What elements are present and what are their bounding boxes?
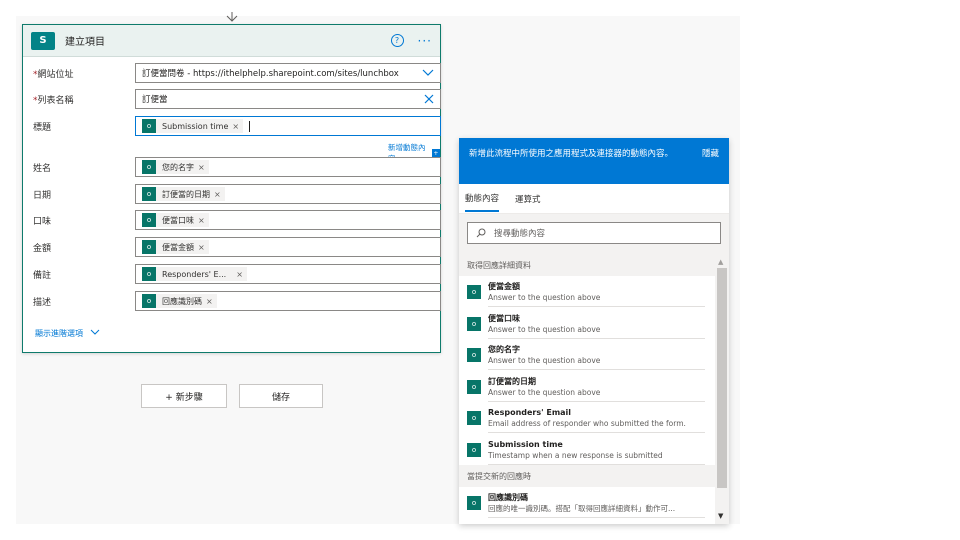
field-label: 姓名 [33,163,52,174]
dynamic-token[interactable]: o Responders' E... × [142,267,247,281]
field-label: 標題 [33,122,52,133]
forms-icon: o [467,285,481,299]
list-item[interactable]: o 便當金額 Answer to the question above [459,276,715,308]
field-label: 日期 [33,190,52,201]
forms-icon: o [142,160,156,174]
field-label: 備註 [33,270,52,281]
forms-icon: o [142,213,156,227]
card-title: 建立項目 [65,37,105,48]
remove-token-icon[interactable]: × [214,190,221,199]
field-row-flavor: 口味 o 便當口味 × [33,210,441,230]
remove-token-icon[interactable]: × [198,243,205,252]
forms-icon: o [142,240,156,254]
forms-icon: o [467,442,481,457]
hide-button[interactable]: 隱藏 [702,148,719,184]
field-label: 口味 [33,216,52,227]
forms-icon: o [467,496,481,510]
flow-arrow-icon [226,12,238,22]
more-options-icon[interactable]: ··· [418,35,432,47]
list-item[interactable]: o Submission time Timestamp when a new re… [459,434,715,466]
scrollbar[interactable]: ▲ ▼ [715,254,729,524]
field-row-site: *網站位址 訂便當問卷 - https://ithelphelp.sharepo… [33,63,441,83]
field-row-note: 備註 o Responders' E... × [33,264,441,284]
dynamic-token[interactable]: o 便當金額 × [142,240,209,254]
field-row-amount: 金額 o 便當金額 × [33,237,441,257]
title-field[interactable]: o Submission time × [135,116,441,136]
panel-header: 新增此流程中所使用之應用程式及連接器的動態內容。 隱藏 [459,138,729,184]
remove-token-icon[interactable]: × [206,297,213,306]
section-header: 取得回應詳細資料 [459,254,715,276]
field-label: 列表名稱 [37,95,74,106]
field-row-date: 日期 o 訂便當的日期 × [33,184,441,204]
scrollbar-thumb[interactable] [717,268,727,488]
forms-icon: o [467,379,481,394]
site-address-dropdown[interactable]: 訂便當問卷 - https://ithelphelp.sharepoint.co… [135,63,441,83]
search-area: 搜尋動態內容 [459,214,729,254]
list-item[interactable]: o 您的名字 Answer to the question above [459,339,715,371]
note-field[interactable]: o Responders' E... × [135,264,441,284]
panel-tabs: 動態內容 運算式 [459,184,729,214]
remove-token-icon[interactable]: × [236,270,243,279]
forms-icon: o [467,411,481,425]
dynamic-token[interactable]: o 便當口味 × [142,213,209,227]
dynamic-token[interactable]: o 訂便當的日期 × [142,187,225,201]
forms-icon: o [142,187,156,201]
sharepoint-icon: S [31,31,55,50]
flavor-field[interactable]: o 便當口味 × [135,210,441,230]
help-icon[interactable]: ? [390,34,404,47]
show-advanced-options-link[interactable]: 顯示進階選項 [35,328,100,339]
remove-token-icon[interactable]: × [198,216,205,225]
panel-message: 新增此流程中所使用之應用程式及連接器的動態內容。 [469,149,674,159]
list-item[interactable]: o Responders' Email Email address of resp… [459,402,715,434]
description-field[interactable]: o 回應識別碼 × [135,291,441,311]
field-label: 金額 [33,243,52,254]
field-label: 網站位址 [37,69,74,80]
list-name-field[interactable]: 訂便當 [135,89,441,109]
search-icon [476,228,486,238]
forms-icon: o [142,294,156,308]
field-label: 描述 [33,297,52,308]
remove-token-icon[interactable]: × [232,122,239,131]
name-field[interactable]: o 您的名字 × [135,157,441,177]
remove-token-icon[interactable]: × [198,163,205,172]
scroll-down-icon[interactable]: ▼ [718,512,723,520]
text-caret [249,120,251,132]
field-row-title: 標題 o Submission time × [33,116,441,136]
dynamic-content-panel: 新增此流程中所使用之應用程式及連接器的動態內容。 隱藏 動態內容 運算式 搜尋動… [459,138,729,524]
clear-icon[interactable] [424,94,434,104]
field-row-list: *列表名稱 訂便當 [33,89,441,109]
list-item[interactable]: o 回應識別碼 回應的唯一識別碼。搭配「取得回應詳細資料」動作可... [459,487,715,519]
amount-field[interactable]: o 便當金額 × [135,237,441,257]
scroll-up-icon[interactable]: ▲ [718,258,723,266]
create-item-card: S 建立項目 ? ··· *網站位址 訂便當問卷 - https://ithel… [22,24,441,353]
forms-icon: o [467,316,481,331]
dynamic-content-list: 取得回應詳細資料 o 便當金額 Answer to the question ab… [459,254,715,524]
search-input[interactable]: 搜尋動態內容 [467,222,721,244]
list-item[interactable]: o 訂便當的日期 Answer to the question above [459,371,715,403]
tab-dynamic-content[interactable]: 動態內容 [465,186,500,212]
field-row-name: 姓名 o 您的名字 × [33,157,441,177]
forms-icon: o [467,348,481,362]
dynamic-token[interactable]: o 您的名字 × [142,160,209,174]
section-header: 當提交新的回應時 [459,465,715,487]
tab-expression[interactable]: 運算式 [515,187,541,211]
list-item[interactable]: o 便當口味 Answer to the question above [459,308,715,340]
card-header[interactable]: S 建立項目 ? ··· [23,25,440,57]
forms-icon: o [142,119,156,133]
dynamic-token[interactable]: o Submission time × [142,119,244,133]
save-button[interactable]: 儲存 [239,384,323,408]
forms-icon: o [142,267,156,281]
date-field[interactable]: o 訂便當的日期 × [135,184,441,204]
field-row-description: 描述 o 回應識別碼 × [33,291,441,311]
dynamic-token[interactable]: o 回應識別碼 × [142,294,217,308]
new-step-button[interactable]: + 新步驟 [141,384,227,408]
chevron-down-icon [90,329,99,335]
chevron-down-icon[interactable] [422,69,434,77]
